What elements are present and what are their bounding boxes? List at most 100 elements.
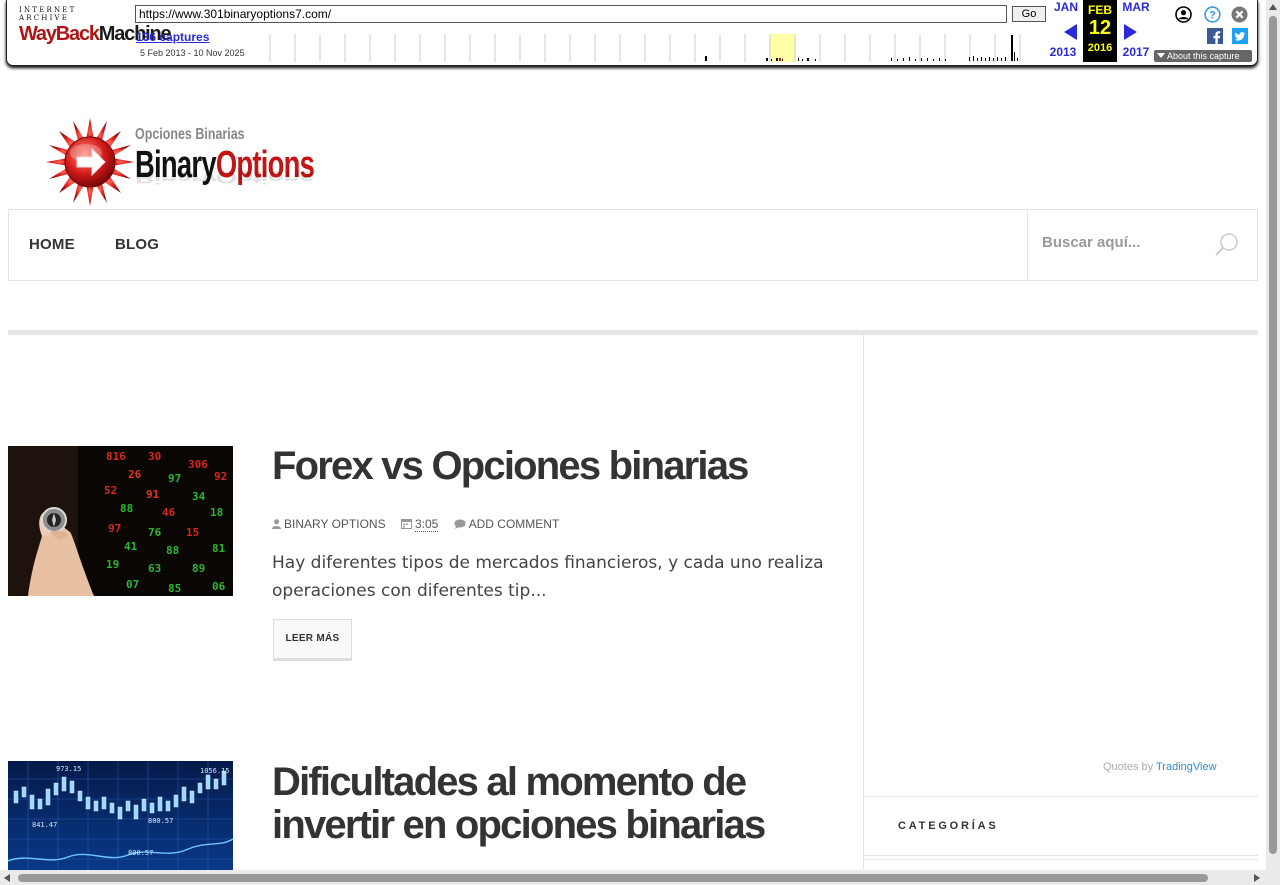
svg-text:?: ? (1209, 10, 1216, 22)
wayback-capture-sparkline[interactable] (269, 34, 1021, 62)
wayback-prev-year[interactable]: 2013 (1043, 45, 1083, 59)
wayback-go-button[interactable]: Go (1012, 6, 1046, 22)
svg-text:34: 34 (192, 490, 206, 503)
wayback-captures-link[interactable]: 136 captures (136, 30, 209, 44)
browser-viewport: INTERNET ARCHIVE WayBackMachine Go 136 c… (0, 0, 1280, 885)
wayback-toolbar: INTERNET ARCHIVE WayBackMachine Go 136 c… (6, 0, 1258, 66)
wayback-about-capture[interactable]: About this capture (1154, 50, 1252, 62)
svg-text:76: 76 (148, 526, 162, 539)
account-icon[interactable] (1175, 6, 1192, 23)
post-thumbnail-chart[interactable]: 973.15 1056.15 841.47 800.57 800.57 (8, 761, 233, 875)
search-box (1027, 210, 1258, 280)
post-author[interactable]: BINARY OPTIONS (272, 517, 386, 531)
search-icon[interactable] (1213, 231, 1241, 259)
svg-text:841.47: 841.47 (32, 821, 57, 829)
svg-text:85: 85 (168, 582, 181, 595)
svg-text:89: 89 (192, 562, 205, 575)
svg-text:06: 06 (212, 580, 226, 593)
nav-item-home[interactable]: HOME (29, 236, 75, 253)
wayback-current-day: 12 (1088, 17, 1112, 39)
scroll-right-arrow-icon[interactable] (1254, 874, 1260, 882)
tradingview-link[interactable]: TradingView (1156, 761, 1217, 773)
caret-down-icon (1157, 53, 1165, 58)
search-input[interactable] (1042, 234, 1212, 251)
categories-heading: CATEGORÍAS (898, 820, 999, 832)
wayback-about-label: About this capture (1167, 51, 1240, 61)
post-comments-link[interactable]: ADD COMMENT (454, 517, 560, 531)
svg-text:63: 63 (148, 562, 161, 575)
svg-text:18: 18 (210, 506, 223, 519)
svg-text:46: 46 (162, 506, 176, 519)
facebook-icon[interactable] (1207, 28, 1223, 44)
post-author-name: BINARY OPTIONS (284, 517, 386, 531)
post-title-link[interactable]: Dificultades al momento de invertir en o… (272, 761, 832, 847)
logo-reflection: BinaryOptions (135, 167, 315, 187)
svg-text:30: 30 (148, 450, 161, 463)
site-logo[interactable]: Opciones Binarias BinaryOptions BinaryOp… (44, 115, 315, 210)
wayback-url-input[interactable] (135, 5, 1007, 23)
svg-text:800.57: 800.57 (128, 849, 153, 857)
svg-text:15: 15 (186, 526, 199, 539)
user-icon (272, 519, 281, 529)
main-navigation: HOME BLOG (8, 209, 1258, 281)
wayback-next-arrow-icon[interactable] (1124, 24, 1137, 40)
comment-icon (454, 519, 466, 529)
svg-text:88: 88 (166, 544, 179, 557)
post-title-link[interactable]: Forex vs Opciones binarias (272, 445, 832, 488)
post-thumbnail-forex[interactable]: 816 30 306 26 97 92 52 91 34 88 46 18 97 76 15 41 8… (8, 446, 233, 596)
read-more-button[interactable]: LEER MÁS (273, 619, 352, 659)
wayback-date-range: 5 Feb 2013 - 10 Nov 2025 (140, 48, 245, 58)
svg-text:26: 26 (128, 468, 142, 481)
svg-text:816: 816 (106, 450, 126, 463)
twitter-icon[interactable] (1232, 28, 1248, 44)
wayback-logo-top: INTERNET ARCHIVE (19, 6, 77, 22)
svg-text:07: 07 (126, 578, 139, 591)
svg-text:97: 97 (168, 472, 181, 485)
svg-text:1056.15: 1056.15 (200, 767, 230, 775)
wayback-current-year: 2016 (1087, 42, 1113, 54)
wayback-next-month[interactable]: MAR (1116, 0, 1156, 14)
svg-text:88: 88 (120, 502, 133, 515)
close-icon[interactable] (1231, 6, 1248, 23)
svg-text:306: 306 (188, 458, 208, 471)
svg-text:973.15: 973.15 (56, 765, 81, 773)
logo-subtitle: Opciones Binarias (135, 126, 245, 143)
vertical-scrollbar[interactable] (1266, 0, 1280, 885)
help-icon[interactable]: ? (1204, 6, 1221, 23)
post-excerpt: Hay diferentes tipos de mercados financi… (272, 553, 824, 601)
wayback-current-date: FEB 12 2016 (1083, 0, 1117, 62)
svg-text:92: 92 (214, 470, 227, 483)
post-time: 3:05 (414, 517, 439, 532)
sidebar-divider (864, 855, 1258, 856)
sidebar-divider (864, 796, 1258, 797)
horizontal-scrollbar[interactable] (0, 870, 1266, 885)
wayback-prev-month[interactable]: JAN (1046, 0, 1086, 14)
sunburst-arrow-logo-icon (46, 118, 134, 206)
horizontal-scroll-thumb[interactable] (18, 874, 1208, 882)
svg-text:52: 52 (104, 484, 117, 497)
sidebar: Quotes by TradingView CATEGORÍAS (864, 335, 1258, 875)
svg-text:800.57: 800.57 (148, 817, 173, 825)
wayback-prev-arrow-icon[interactable] (1064, 24, 1077, 40)
scroll-left-arrow-icon[interactable] (4, 874, 10, 882)
wayback-current-month: FEB (1088, 3, 1112, 17)
post-date: 3:05 (400, 517, 439, 532)
svg-text:41: 41 (124, 540, 138, 553)
svg-text:19: 19 (106, 558, 119, 571)
quotes-by-label: Quotes by (1103, 761, 1154, 773)
calendar-icon (400, 519, 412, 529)
wayback-logo-main: WayBackMachine (19, 23, 172, 45)
scroll-up-arrow-icon[interactable] (1269, 4, 1277, 10)
post-comments-label: ADD COMMENT (468, 517, 560, 531)
svg-text:81: 81 (212, 542, 226, 555)
sidebar-divider (864, 859, 1258, 860)
vertical-scroll-thumb[interactable] (1269, 16, 1277, 854)
svg-text:91: 91 (146, 488, 160, 501)
nav-item-blog[interactable]: BLOG (115, 236, 159, 253)
wayback-next-year[interactable]: 2017 (1116, 45, 1156, 59)
tradingview-attribution: Quotes by TradingView (1103, 761, 1217, 773)
svg-text:97: 97 (108, 522, 121, 535)
post-meta: BINARY OPTIONS 3:05 ADD COMMENT (272, 517, 571, 532)
wayback-logo[interactable]: INTERNET ARCHIVE WayBackMachine (19, 6, 172, 45)
post-list: 816 30 306 26 97 92 52 91 34 88 46 18 97 76 15 41 8… (8, 335, 864, 875)
